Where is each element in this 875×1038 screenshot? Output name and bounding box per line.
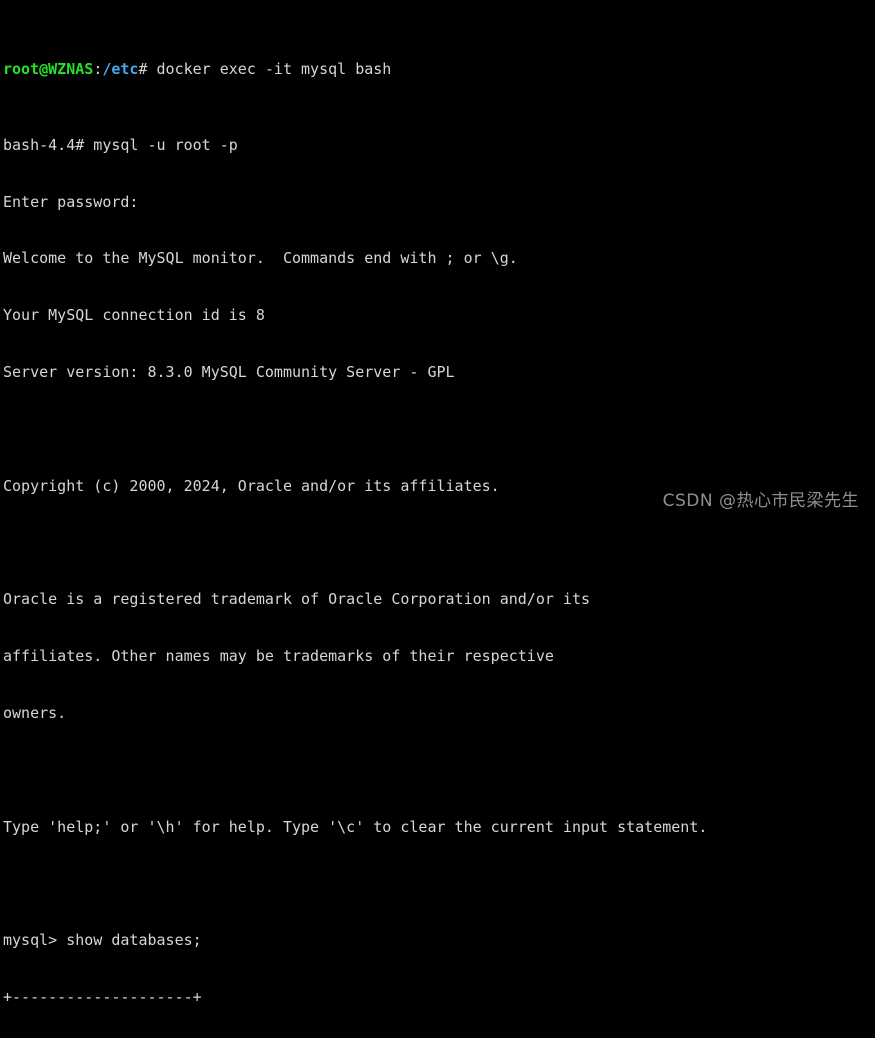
output-line: Your MySQL connection id is 8 [3, 306, 265, 325]
output-line: Type 'help;' or '\h' for help. Type '\c'… [3, 817, 708, 836]
output-line: Welcome to the MySQL monitor. Commands e… [3, 249, 518, 268]
output-line: affiliates. Other names may be trademark… [3, 647, 554, 666]
output-line: Enter password: [3, 192, 139, 211]
command-line-prompt: root@WZNAS:/etc# docker exec -it mysql b… [3, 60, 875, 79]
csdn-watermark: CSDN @热心市民梁先生 [662, 491, 859, 511]
output-line-blank [3, 534, 875, 553]
sql-command-line: mysql> show databases; [3, 931, 202, 950]
output-line: bash-4.4# mysql -u root -p [3, 135, 238, 154]
prompt-user-host: root@WZNAS [3, 59, 94, 78]
prompt-path: /etc [102, 59, 139, 78]
output-line-blank [3, 761, 875, 780]
output-line: owners. [3, 704, 67, 723]
prompt-colon: : [93, 59, 103, 78]
prompt-hash: # [138, 59, 157, 78]
output-line-blank [3, 875, 875, 894]
output-line-blank [3, 420, 875, 439]
output-line: Server version: 8.3.0 MySQL Community Se… [3, 363, 455, 382]
table-border-top: +--------------------+ [3, 988, 202, 1007]
terminal-output[interactable]: root@WZNAS:/etc# docker exec -it mysql b… [0, 0, 875, 1006]
prompt-command: docker exec -it mysql bash [156, 59, 392, 78]
output-line: Oracle is a registered trademark of Orac… [3, 590, 590, 609]
